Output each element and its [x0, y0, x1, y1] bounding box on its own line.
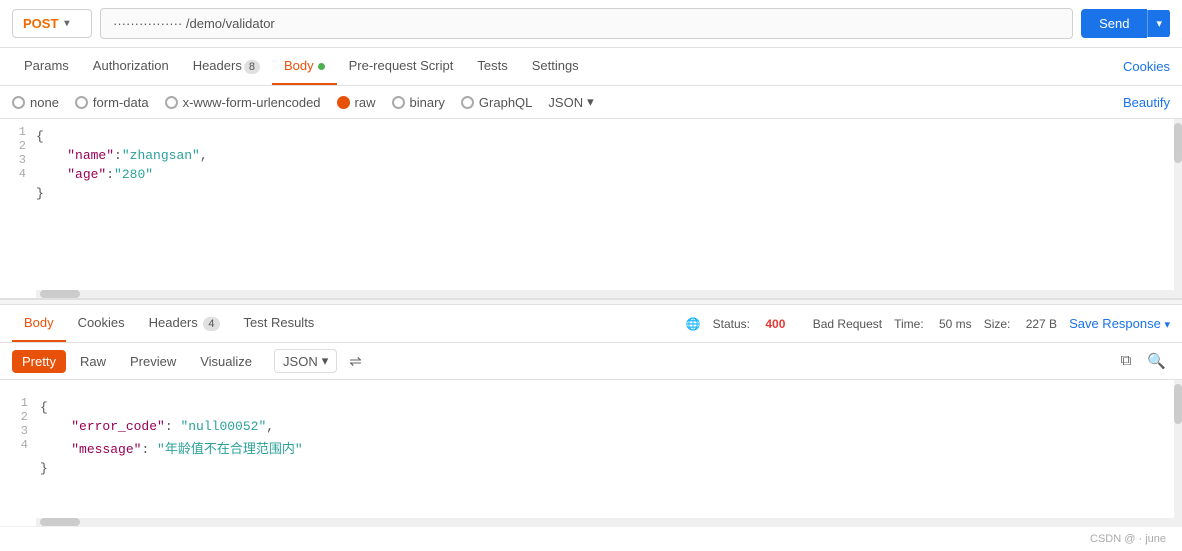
editor-empty-space	[0, 211, 1182, 291]
resp-code-line-3: "message": "年龄值不在合理范围内"	[40, 436, 1180, 459]
resp-tab-cookies[interactable]: Cookies	[66, 305, 137, 342]
option-urlencoded[interactable]: x-www-form-urlencoded	[165, 95, 321, 110]
globe-icon: 🌐	[686, 317, 701, 331]
table-row: 1 2 3 4 { "name":"zhangsan", "age":"280"…	[0, 119, 1182, 211]
resp-scroll-horizontal[interactable]	[36, 518, 1174, 526]
line-number-4: 4	[0, 167, 26, 181]
table-row: 1 2 3 4 { "error_code": "null00052", "me…	[2, 390, 1180, 486]
option-graphql[interactable]: GraphQL	[461, 95, 532, 110]
resp-code-line-1: {	[40, 398, 1180, 417]
url-input[interactable]	[100, 8, 1073, 39]
radio-urlencoded	[165, 96, 178, 109]
send-button[interactable]: Send	[1081, 9, 1147, 38]
response-tab-bar: Body Cookies Headers 4 Test Results 🌐 St…	[0, 305, 1182, 343]
option-binary[interactable]: binary	[392, 95, 445, 110]
format-icon[interactable]: ⇌	[349, 352, 362, 370]
resp-code-line-2: "error_code": "null00052",	[40, 417, 1180, 436]
body-options-bar: none form-data x-www-form-urlencoded raw…	[0, 86, 1182, 119]
json-format-select[interactable]: JSON ▾	[548, 94, 593, 110]
resp-line-number-1: 1	[2, 396, 28, 410]
status-text: Bad Request	[813, 317, 882, 331]
headers-badge: 8	[244, 60, 260, 74]
status-code: 400	[765, 317, 785, 331]
send-dropdown-button[interactable]: ▾	[1147, 10, 1170, 37]
resp-line-number-2: 2	[2, 410, 28, 424]
resp-line-number-3: 3	[2, 424, 28, 438]
method-chevron-icon: ▾	[64, 18, 69, 29]
status-label: Status:	[713, 317, 754, 331]
request-code-content: { "name":"zhangsan", "age":"280" }	[36, 119, 1182, 211]
send-button-group: Send ▾	[1081, 9, 1170, 38]
option-raw[interactable]: raw	[337, 95, 376, 110]
response-code-content: { "error_code": "null00052", "message": …	[40, 390, 1180, 486]
fmt-tab-pretty[interactable]: Pretty	[12, 350, 66, 373]
resp-scroll-vertical[interactable]	[1174, 380, 1182, 526]
resp-scroll-thumb-h	[40, 518, 80, 526]
req-code-line-1: {	[36, 127, 1182, 146]
option-none[interactable]: none	[12, 95, 59, 110]
body-dot	[318, 63, 325, 70]
tab-params[interactable]: Params	[12, 48, 81, 85]
fmt-tab-visualize[interactable]: Visualize	[190, 350, 262, 373]
response-format-bar: Pretty Raw Preview Visualize JSON ▾ ⇌ ⧉ …	[0, 343, 1182, 380]
json-chevron-icon: ▾	[587, 94, 594, 110]
top-bar: POST ▾ Send ▾	[0, 0, 1182, 48]
tab-tests[interactable]: Tests	[465, 48, 519, 85]
fmt-tab-preview[interactable]: Preview	[120, 350, 186, 373]
copy-icon[interactable]: ⧉	[1117, 350, 1136, 372]
save-response-button[interactable]: Save Response ▾	[1069, 316, 1170, 331]
req-code-line-3: "age":"280"	[36, 165, 1182, 184]
fmt-tab-raw[interactable]: Raw	[70, 350, 116, 373]
radio-raw	[337, 96, 350, 109]
response-json-select[interactable]: JSON ▾	[274, 349, 337, 373]
response-size: 227 B	[1026, 317, 1057, 331]
resp-line-number-4: 4	[2, 438, 28, 452]
cookies-link[interactable]: Cookies	[1123, 49, 1170, 84]
footer-text: CSDN @ · june	[1090, 533, 1166, 545]
request-code-editor[interactable]: 1 2 3 4 { "name":"zhangsan", "age":"280"…	[0, 119, 1182, 299]
tab-authorization[interactable]: Authorization	[81, 48, 181, 85]
resp-scroll-thumb-v	[1174, 384, 1182, 424]
resp-tab-headers[interactable]: Headers 4	[137, 305, 232, 342]
beautify-button[interactable]: Beautify	[1123, 95, 1170, 110]
line-number-1: 1	[0, 125, 26, 139]
req-code-line-2: "name":"zhangsan",	[36, 146, 1182, 165]
tab-body[interactable]: Body	[272, 48, 337, 85]
editor-scroll-horizontal[interactable]	[36, 290, 1174, 298]
response-toolbar-right: ⧉ 🔍	[1117, 350, 1170, 372]
resp-tab-body[interactable]: Body	[12, 305, 66, 342]
scroll-thumb-v	[1174, 123, 1182, 163]
response-time: 50 ms	[939, 317, 972, 331]
radio-form-data	[75, 96, 88, 109]
page-footer: CSDN @ · june	[0, 526, 1182, 551]
radio-graphql	[461, 96, 474, 109]
resp-code-line-4: }	[40, 459, 1180, 478]
resp-json-chevron-icon: ▾	[322, 353, 329, 369]
time-label: Time:	[894, 317, 927, 331]
req-code-line-4: }	[36, 184, 1182, 203]
radio-none	[12, 96, 25, 109]
scroll-thumb-h	[40, 290, 80, 298]
search-icon[interactable]: 🔍	[1143, 350, 1170, 372]
save-response-chevron: ▾	[1164, 319, 1170, 331]
response-status-bar: 🌐 Status: 400 Bad Request Time: 50 ms Si…	[686, 316, 1170, 331]
tab-pre-request[interactable]: Pre-request Script	[337, 48, 466, 85]
method-label: POST	[23, 16, 58, 31]
line-number-3: 3	[0, 153, 26, 167]
editor-scroll-vertical[interactable]	[1174, 119, 1182, 298]
option-form-data[interactable]: form-data	[75, 95, 149, 110]
method-select[interactable]: POST ▾	[12, 9, 92, 38]
tab-settings[interactable]: Settings	[520, 48, 591, 85]
resp-tab-test-results[interactable]: Test Results	[232, 305, 327, 342]
response-code-editor[interactable]: 1 2 3 4 { "error_code": "null00052", "me…	[0, 380, 1182, 526]
size-label: Size:	[984, 317, 1014, 331]
line-number-2: 2	[0, 139, 26, 153]
resp-headers-badge: 4	[203, 317, 219, 331]
radio-binary	[392, 96, 405, 109]
tab-headers[interactable]: Headers8	[181, 48, 272, 85]
request-tab-bar: Params Authorization Headers8 Body Pre-r…	[0, 48, 1182, 86]
